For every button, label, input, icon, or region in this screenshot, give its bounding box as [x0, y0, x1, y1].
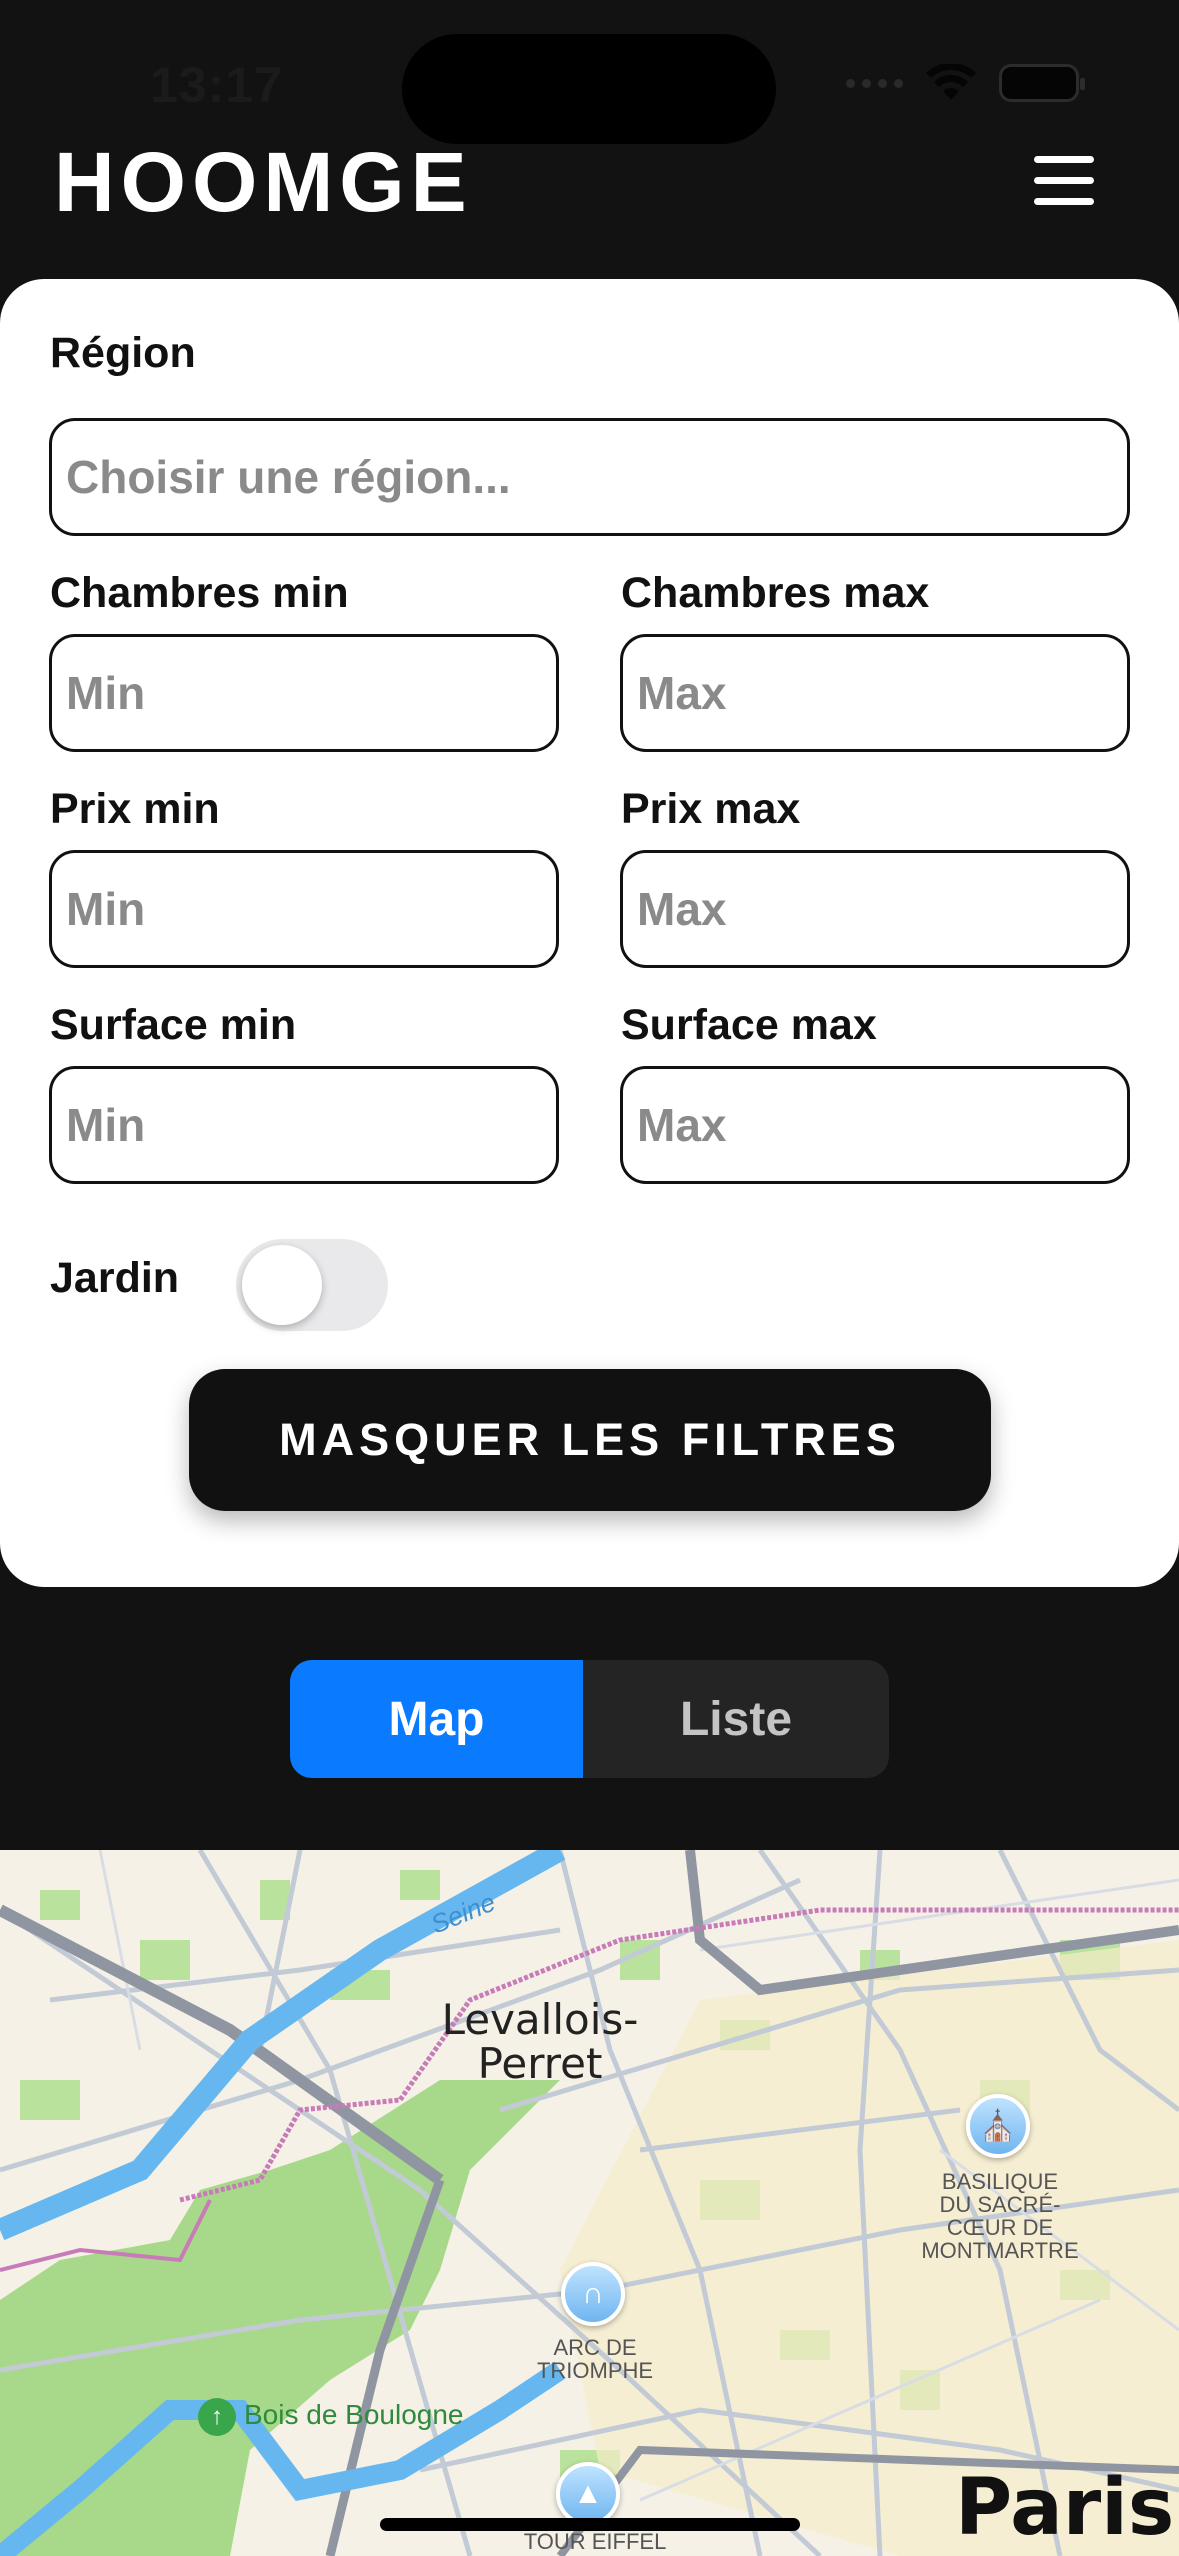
rooms-min-label: Chambres min — [50, 569, 349, 617]
garden-toggle[interactable] — [236, 1239, 388, 1331]
price-min-input[interactable] — [49, 850, 559, 968]
status-time: 13:17 — [150, 57, 283, 113]
map-label-bois: Bois de Boulogne — [244, 2399, 464, 2430]
region-input[interactable] — [49, 418, 1130, 536]
status-indicators — [846, 64, 1085, 102]
rooms-min-input[interactable] — [49, 634, 559, 752]
map-label-levallois: Levallois- Perret — [441, 1995, 639, 2089]
battery-icon — [999, 64, 1085, 102]
arc-de-triomphe-pin-icon[interactable]: ∩ — [561, 2262, 625, 2326]
tab-map[interactable]: Map — [290, 1660, 583, 1778]
price-max-input[interactable] — [620, 850, 1130, 968]
sacre-coeur-pin-icon[interactable]: ⛪ — [966, 2094, 1030, 2158]
hamburger-menu-icon[interactable] — [1028, 152, 1100, 210]
tab-list[interactable]: Liste — [583, 1660, 889, 1778]
rooms-max-label: Chambres max — [621, 569, 930, 617]
surface-min-label: Surface min — [50, 1001, 297, 1049]
price-min-label: Prix min — [50, 785, 220, 833]
price-max-label: Prix max — [621, 785, 801, 833]
region-label: Région — [50, 329, 196, 377]
filter-panel: Région Chambres min Chambres max Prix mi… — [0, 279, 1179, 1587]
view-toggle: Map Liste — [290, 1660, 889, 1778]
app-title: HOOMGE — [54, 135, 473, 229]
dynamic-island — [402, 34, 776, 144]
map-view[interactable]: Seine Levallois- Perret ⛪ BASILIQUE DU S… — [0, 1850, 1179, 2556]
wifi-icon — [926, 64, 976, 100]
hide-filters-button[interactable]: MASQUER LES FILTRES — [189, 1369, 991, 1511]
map-label-arc: ARC DE TRIOMPHE — [536, 2335, 654, 2384]
toggle-knob — [242, 1245, 322, 1325]
map-label-eiffel: TOUR EIFFEL — [523, 2529, 667, 2554]
cellular-signal-icon — [846, 78, 903, 88]
map-label-paris: Paris — [955, 2463, 1175, 2553]
park-pin-icon[interactable]: ↑ — [198, 2398, 236, 2436]
eiffel-tower-pin-icon[interactable]: ▲ — [556, 2462, 620, 2526]
rooms-max-input[interactable] — [620, 634, 1130, 752]
map-label-sacre-coeur: BASILIQUE DU SACRÉ- CŒUR DE MONTMARTRE — [921, 2169, 1079, 2264]
surface-min-input[interactable] — [49, 1066, 559, 1184]
garden-label: Jardin — [50, 1254, 180, 1302]
surface-max-label: Surface max — [621, 1001, 877, 1049]
surface-max-input[interactable] — [620, 1066, 1130, 1184]
home-indicator — [380, 2518, 800, 2531]
